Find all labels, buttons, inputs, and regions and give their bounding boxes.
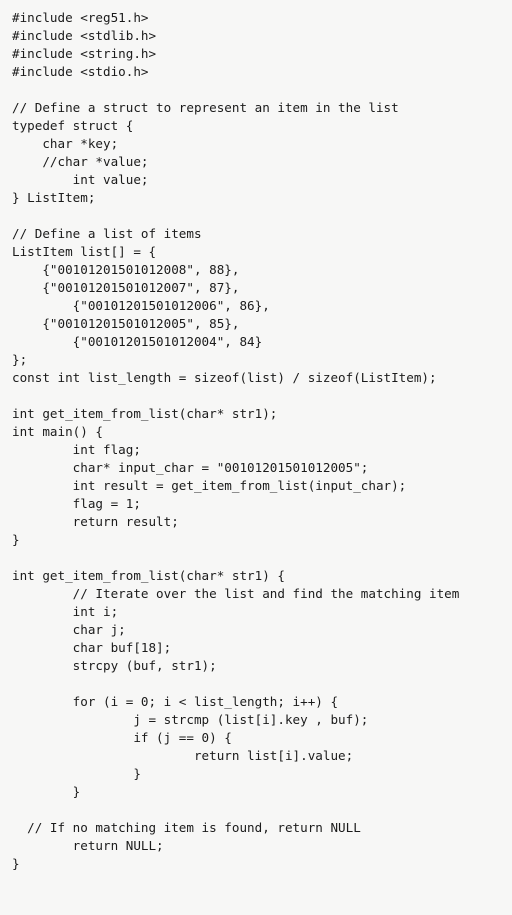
code-listing[interactable]: #include <reg51.h> #include <stdlib.h> #in… [0, 0, 512, 873]
code-line: return list[i].value; [12, 748, 354, 763]
code-line: char j; [12, 622, 126, 637]
code-line: return NULL; [12, 838, 164, 853]
code-line: const int list_length = sizeof(list) / s… [12, 370, 437, 385]
code-line: char buf[18]; [12, 640, 172, 655]
code-line: // Iterate over the list and find the ma… [12, 586, 460, 601]
code-line: // Define a list of items [12, 226, 202, 241]
code-line: ListItem list[] = { [12, 244, 157, 259]
code-line: int value; [12, 172, 149, 187]
code-line: int get_item_from_list(char* str1); [12, 406, 278, 421]
code-line: for (i = 0; i < list_length; i++) { [12, 694, 339, 709]
code-line: {"00101201501012004", 84} [12, 334, 263, 349]
code-line: #include <stdlib.h> [12, 28, 157, 43]
code-line: int result = get_item_from_list(input_ch… [12, 478, 407, 493]
code-line: {"00101201501012006", 86}, [12, 298, 270, 313]
code-line: return result; [12, 514, 179, 529]
code-line: int get_item_from_list(char* str1) { [12, 568, 285, 583]
code-line: #include <string.h> [12, 46, 157, 61]
code-line: // Define a struct to represent an item … [12, 100, 399, 115]
code-line: if (j == 0) { [12, 730, 232, 745]
code-line: } [12, 532, 20, 547]
code-line: #include <stdio.h> [12, 64, 149, 79]
code-line: // If no matching item is found, return … [12, 820, 361, 835]
code-line: } ListItem; [12, 190, 96, 205]
code-line: char* input_char = "00101201501012005"; [12, 460, 369, 475]
code-line: {"00101201501012007", 87}, [12, 280, 240, 295]
code-line: int i; [12, 604, 119, 619]
code-line: typedef struct { [12, 118, 134, 133]
code-line: } [12, 766, 141, 781]
code-line: j = strcmp (list[i].key , buf); [12, 712, 369, 727]
code-line: flag = 1; [12, 496, 141, 511]
code-line: {"00101201501012008", 88}, [12, 262, 240, 277]
code-line: #include <reg51.h> [12, 10, 149, 25]
code-line: //char *value; [12, 154, 149, 169]
code-line: strcpy (buf, str1); [12, 658, 217, 673]
code-line: int main() { [12, 424, 103, 439]
code-line: } [12, 784, 81, 799]
code-line: int flag; [12, 442, 141, 457]
code-line: {"00101201501012005", 85}, [12, 316, 240, 331]
code-line: } [12, 856, 20, 871]
code-line: }; [12, 352, 28, 367]
code-line: char *key; [12, 136, 119, 151]
